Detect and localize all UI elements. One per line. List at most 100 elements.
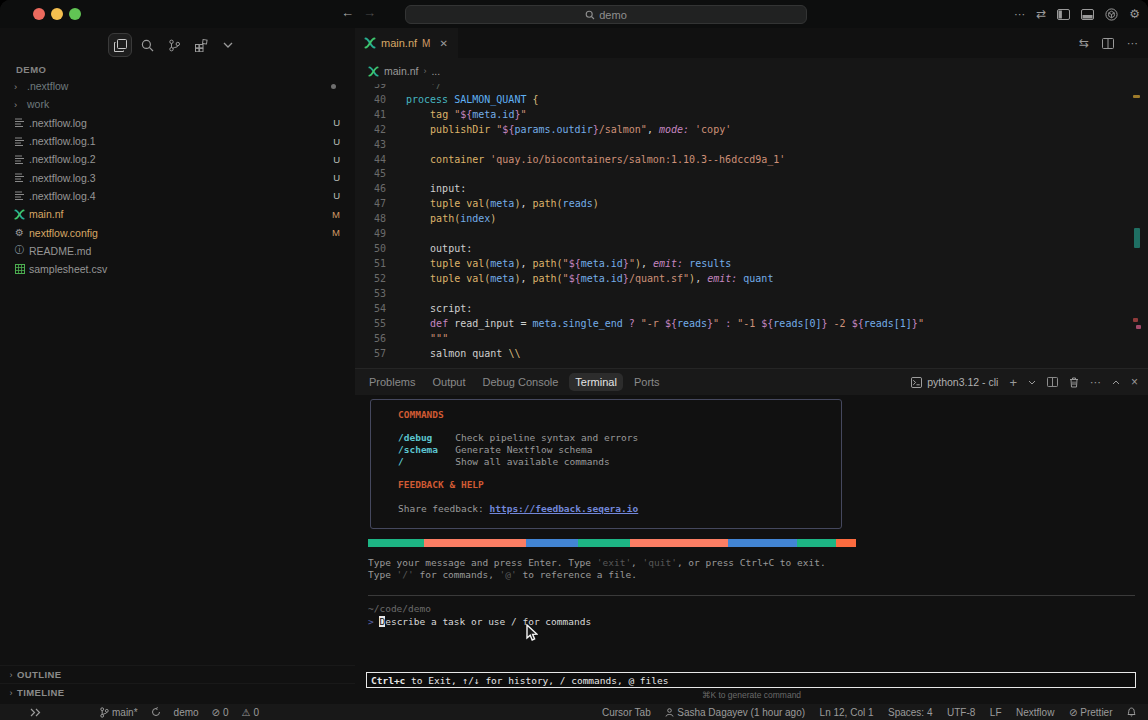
panel-close-icon[interactable]: × (1131, 375, 1138, 389)
code-line-49: 49 (355, 226, 1148, 241)
new-terminal-icon[interactable]: + (1009, 375, 1017, 390)
outline-section[interactable]: ›OUTLINE (0, 665, 355, 683)
status-sync[interactable] (151, 707, 161, 717)
traffic-light-close[interactable] (33, 8, 45, 20)
config-gear-icon: ⚙ (15, 227, 24, 238)
panel-tab-terminal[interactable]: Terminal (569, 373, 623, 391)
status-lf[interactable]: LF (990, 707, 1002, 718)
cube-icon[interactable] (1105, 8, 1118, 21)
overview-mark-red1 (1133, 318, 1138, 322)
git-badge: U (333, 190, 340, 201)
panel-tab-ports[interactable]: Ports (628, 373, 666, 391)
panel-tab-output[interactable]: Output (426, 373, 471, 391)
sync-arrows-icon[interactable]: ⇄ (1036, 7, 1046, 21)
file-row-nextflow-config[interactable]: ⚙nextflow.configM (0, 223, 355, 241)
code-line-57: 57 salmon quant \\ (355, 346, 1148, 361)
code-line-52: 52 tuple val(meta), path("${meta.id}/qua… (355, 271, 1148, 286)
code-line-51: 51 tuple val(meta), path("${meta.id}"), … (355, 256, 1148, 271)
csv-table-icon (15, 264, 25, 274)
breadcrumb[interactable]: main.nf › ... (355, 58, 1148, 84)
history-forward-icon[interactable]: → (363, 5, 376, 20)
code-line-50: 50 output: (355, 241, 1148, 256)
search-view-icon[interactable] (135, 33, 159, 57)
file-row--nextflow-log-1[interactable]: .nextflow.log.1U (0, 132, 355, 150)
traffic-light-maximize[interactable] (69, 8, 81, 20)
traffic-light-minimize[interactable] (51, 8, 63, 20)
folder-chevron-icon: › (14, 99, 23, 110)
tab-main-nf[interactable]: main.nf M ✕ (355, 28, 458, 58)
terminal-hint-line2: Type '/' for commands, '@' to reference … (368, 569, 637, 580)
command-center-search[interactable]: demo (405, 5, 807, 24)
compare-icon[interactable]: ⇆ (1079, 36, 1089, 50)
feedback-link[interactable]: https://feedback.seqera.io (490, 503, 639, 514)
status-spaces-4[interactable]: Spaces: 4 (888, 707, 932, 718)
timeline-section[interactable]: ›TIMELINE (0, 683, 355, 701)
status-bell[interactable] (1127, 707, 1136, 717)
status-ln-12-col-1[interactable]: Ln 12, Col 1 (820, 707, 874, 718)
bottom-panel: Problems Output Debug ConsoleTerminal Ports… (355, 368, 1148, 704)
file-row--nextflow-log-3[interactable]: .nextflow.log.3U (0, 168, 355, 186)
split-editor-icon[interactable] (1102, 38, 1114, 49)
toggle-panel-icon[interactable] (1081, 9, 1094, 20)
tab-close-icon[interactable]: ✕ (439, 38, 447, 49)
source-control-view-icon[interactable] (162, 33, 186, 57)
shell-session-label[interactable]: python3.12 - cli (911, 376, 998, 388)
git-badge: U (333, 172, 340, 183)
breadcrumb-file[interactable]: main.nf (384, 65, 418, 77)
status-utf-8[interactable]: UTF-8 (947, 707, 975, 718)
explorer-section-title[interactable]: DEMO (16, 64, 47, 75)
history-back-icon[interactable]: ← (341, 5, 354, 20)
split-terminal-icon[interactable] (1047, 377, 1058, 387)
status-nextflow[interactable]: Nextflow (1016, 707, 1054, 718)
folder-chevron-icon: › (14, 81, 23, 92)
terminal-dropdown-icon[interactable] (1028, 380, 1036, 385)
file-row--nextflow[interactable]: ›.nextflow (0, 77, 355, 95)
explorer-view-icon[interactable] (108, 33, 132, 57)
code-editor[interactable]: 39 */40process SALMON_QUANT {41 tag "${m… (355, 84, 1148, 396)
file-row--nextflow-log[interactable]: .nextflow.logU (0, 114, 355, 132)
code-line-42: 42 publishDir "${params.outdir}/salmon",… (355, 122, 1148, 137)
log-file-icon (14, 190, 25, 201)
code-line-41: 41 tag "${meta.id}" (355, 107, 1148, 122)
panel-tab-problems[interactable]: Problems (363, 373, 421, 391)
feedback-link-row[interactable]: Share feedback: https://feedback.seqera.… (398, 503, 841, 515)
file-row-README-md[interactable]: ⓘREADME.md (0, 242, 355, 260)
panel-tab-debug-console[interactable]: Debug Console (477, 373, 565, 391)
status-remote[interactable] (30, 708, 41, 717)
log-file-icon (14, 117, 25, 128)
terminal-cwd: ~/code/demo (368, 603, 431, 614)
settings-gear-icon[interactable]: ⚙ (1129, 7, 1140, 21)
breadcrumb-more[interactable]: ... (431, 65, 440, 77)
file-row-work[interactable]: ›work (0, 95, 355, 113)
editor-more-icon[interactable]: ⋯ (1127, 37, 1138, 50)
file-row-samplesheet-csv[interactable]: samplesheet.csv (0, 260, 355, 278)
status-prettier[interactable]: ⊘Prettier (1069, 707, 1113, 718)
titlebar: ← → demo ⋯ ⇄ ⚙ (0, 0, 1148, 28)
help-command-row: /debug Check pipeline syntax and errors (398, 432, 841, 444)
status-main[interactable]: main* (100, 707, 138, 718)
rainbow-progress-bar (368, 539, 856, 547)
status-sasha-dagayev-1-hour-ago[interactable]: Sasha Dagayev (1 hour ago) (665, 707, 805, 718)
status-demo[interactable]: demo (174, 707, 199, 718)
file-row-main-nf[interactable]: main.nfM (0, 205, 355, 223)
file-row--nextflow-log-2[interactable]: .nextflow.log.2U (0, 150, 355, 168)
terminal-prompt[interactable]: > Describe a task or use / for commands (368, 616, 591, 627)
help-title-commands: COMMANDS (398, 409, 841, 421)
terminal-content[interactable]: COMMANDS /debug Check pipeline syntax an… (355, 395, 1148, 705)
file-row--nextflow-log-4[interactable]: .nextflow.log.4U (0, 187, 355, 205)
panel-more-icon[interactable]: ⋯ (1090, 376, 1101, 389)
status-cursor-tab[interactable]: Cursor Tab (602, 707, 651, 718)
more-actions-icon[interactable]: ⋯ (1014, 8, 1025, 21)
git-badge: U (333, 117, 340, 128)
views-chevron-icon[interactable] (216, 33, 240, 57)
code-line-46: 46 input: (355, 181, 1148, 196)
terminal-icon (911, 377, 922, 388)
panel-maximize-icon[interactable] (1112, 380, 1120, 385)
status-0[interactable]: ⊘0 (212, 707, 229, 718)
toggle-sidebar-icon[interactable] (1057, 9, 1070, 20)
code-line-48: 48 path(index) (355, 211, 1148, 226)
kill-terminal-icon[interactable] (1069, 377, 1079, 388)
status-0[interactable]: ⚠0 (242, 707, 260, 718)
modified-dot (331, 84, 336, 89)
extensions-view-icon[interactable] (189, 33, 213, 57)
